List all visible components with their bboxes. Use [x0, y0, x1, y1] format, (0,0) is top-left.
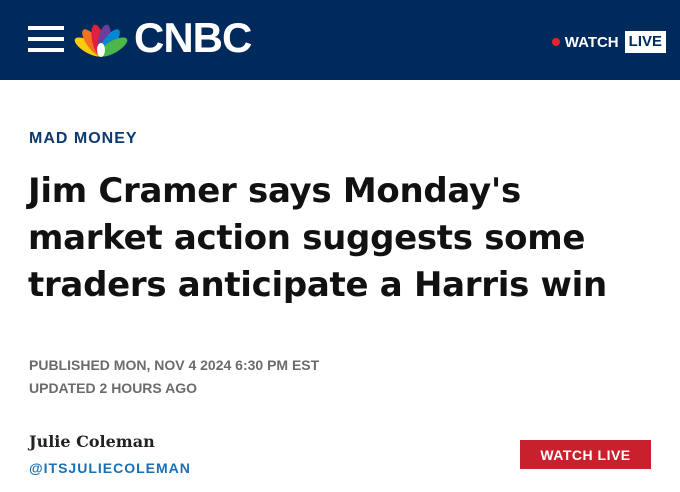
nbc-peacock-icon [74, 24, 128, 57]
live-dot-icon [551, 38, 560, 46]
author-name[interactable]: Julie Coleman [29, 432, 155, 451]
updated-timestamp: UPDATED 2 HOURS AGO [29, 380, 198, 396]
watch-label: WATCH [564, 33, 619, 51]
hamburger-menu-icon[interactable] [28, 26, 64, 53]
cnbc-wordmark: CNBC [134, 14, 252, 61]
section-link[interactable]: MAD MONEY [29, 130, 138, 148]
live-badge: LIVE [624, 31, 666, 53]
watch-live-header-link[interactable]: WATCH LIVE [551, 31, 666, 53]
cnbc-logo[interactable]: CNBC [72, 14, 282, 61]
author-handle[interactable]: @ITSJULIECOLEMAN [29, 460, 191, 476]
watch-live-button[interactable]: WATCH LIVE [520, 440, 651, 469]
site-header: CNBC WATCH LIVE [0, 0, 680, 80]
article-headline: Jim Cramer says Monday's market action s… [28, 171, 607, 305]
published-timestamp: PUBLISHED MON, NOV 4 2024 6:30 PM EST [29, 357, 320, 373]
